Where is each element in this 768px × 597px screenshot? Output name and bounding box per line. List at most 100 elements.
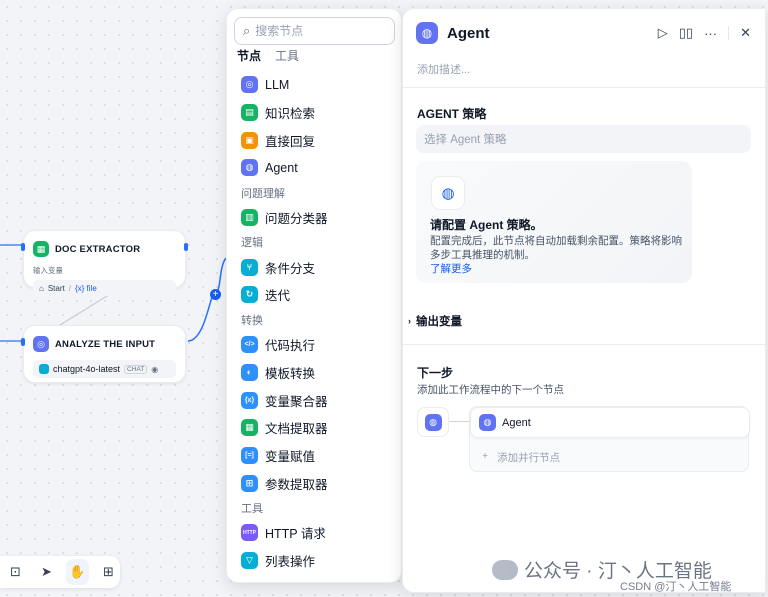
search-input[interactable] xyxy=(255,24,376,38)
node-item-agent[interactable]: ◍ Agent xyxy=(227,154,401,182)
branch-icon: ⑂ xyxy=(241,258,258,276)
hand-icon[interactable]: ✋ xyxy=(66,559,89,585)
classifier-icon: ▥ xyxy=(241,209,258,227)
group-label: 工具 xyxy=(241,502,263,515)
assigner-icon: [=] xyxy=(241,446,258,464)
more-icon[interactable]: ··· xyxy=(704,26,717,41)
next-step-box: ◍ Agent + 添加并行节点 xyxy=(469,406,750,472)
agent-icon: ◍ xyxy=(416,22,438,44)
strategy-select[interactable]: 选择 Agent 策略 xyxy=(416,125,751,153)
panel-title[interactable]: Agent xyxy=(447,25,490,42)
divider xyxy=(403,87,765,88)
node-item-iteration[interactable]: ↻ 迭代 xyxy=(227,281,401,309)
search-box[interactable]: ⌕ xyxy=(234,17,395,45)
node-item-answer[interactable]: ▣ 直接回复 xyxy=(227,126,401,154)
close-icon[interactable]: ✕ xyxy=(740,25,751,41)
node-item-if-else[interactable]: ⑂ 条件分支 xyxy=(227,253,401,281)
analyze-input-node[interactable]: ◎ ANALYZE THE INPUT chatgpt-4o-latest CH… xyxy=(21,325,186,383)
knowledge-icon: ▤ xyxy=(241,104,258,122)
run-icon[interactable]: ▷ xyxy=(658,25,668,41)
template-icon: ◐ xyxy=(241,363,258,381)
node-item-label: 模板转换 xyxy=(265,366,316,381)
chip-separator: / xyxy=(68,283,71,293)
group-label: 转换 xyxy=(241,314,263,327)
node-item-knowledge[interactable]: ▤ 知识检索 xyxy=(227,99,401,127)
next-step-subtitle: 添加此工作流程中的下一个节点 xyxy=(417,384,564,396)
add-node-button[interactable]: + xyxy=(210,289,221,300)
node-title: ANALYZE THE INPUT xyxy=(55,338,156,350)
http-icon: HTTP xyxy=(241,524,258,542)
add-parallel-node-button[interactable]: + 添加并行节点 xyxy=(482,450,560,465)
left-handle[interactable] xyxy=(21,243,25,251)
node-item-label: LLM xyxy=(265,77,290,92)
node-input-label: 输入变量 xyxy=(33,266,63,275)
next-node-label: Agent xyxy=(502,416,531,429)
node-list: ◎ LLM ▤ 知识检索 ▣ 直接回复 ◍ Agent 问题理解 ▥ 问题分类器 逻辑 ⑂… xyxy=(227,71,401,574)
add-block-icon[interactable]: ⊡ xyxy=(4,559,27,585)
node-item-label: 迭代 xyxy=(265,289,291,304)
group-label: 逻辑 xyxy=(241,237,263,250)
node-item-parameter-extractor[interactable]: ⊞ 参数提取器 xyxy=(227,469,401,497)
canvas-toolbar: ⊡ ➤ ✋ ⊞ xyxy=(0,556,120,588)
doc-extractor-node[interactable]: ▦ DOC EXTRACTOR 输入变量 ⌂ Start / {x} file xyxy=(21,230,188,296)
description-field[interactable]: 添加描述... xyxy=(417,61,470,77)
pointer-icon[interactable]: ➤ xyxy=(35,559,58,585)
node-item-http[interactable]: HTTP HTTP 请求 xyxy=(227,519,401,547)
plus-icon: + xyxy=(482,450,489,462)
next-step-title: 下一步 xyxy=(417,366,454,380)
panel-actions: ▷ ▯▯ ··· ✕ xyxy=(658,25,751,41)
node-item-label: 条件分支 xyxy=(265,261,316,276)
card-body: 配置完成后，此节点将自动加载剩余配置。策略将影响多步工具推理的机制。 xyxy=(430,235,682,261)
iteration-icon: ↻ xyxy=(241,286,258,304)
node-item-label: 变量聚合器 xyxy=(265,394,328,409)
eye-icon: ◉ xyxy=(151,364,159,374)
home-icon: ⌂ xyxy=(39,283,44,293)
agent-icon: ◍ xyxy=(424,413,442,431)
node-item-label: 直接回复 xyxy=(265,134,316,149)
output-vars-label: 输出变量 xyxy=(416,316,462,328)
node-item-label: 变量赋值 xyxy=(265,449,316,464)
input-variable-chip[interactable]: ⌂ Start / {x} file xyxy=(33,280,176,296)
node-item-template[interactable]: ◐ 模板转换 xyxy=(227,359,401,387)
list-filter-icon: ▽ xyxy=(241,551,258,569)
node-item-label: 文档提取器 xyxy=(265,422,328,437)
csdn-watermark: CSDN @汀丶人工智能 xyxy=(620,581,732,593)
left-handle[interactable] xyxy=(21,338,25,346)
connector-line xyxy=(449,421,469,422)
agent-icon: ◍ xyxy=(241,159,258,177)
chip-variable: {x} file xyxy=(74,283,97,293)
tab-tools[interactable]: 工具 xyxy=(275,47,299,68)
node-item-llm[interactable]: ◎ LLM xyxy=(227,71,401,99)
code-icon: </> xyxy=(241,336,258,354)
doc-extractor-icon: ▦ xyxy=(33,241,49,257)
agent-icon: ◍ xyxy=(479,414,496,431)
model-name: chatgpt-4o-latest xyxy=(53,364,121,374)
divider xyxy=(728,26,730,40)
node-item-label: 知识检索 xyxy=(265,107,316,122)
node-item-variable-aggregator[interactable]: {x} 变量聚合器 xyxy=(227,386,401,414)
output-vars-toggle[interactable]: › 输出变量 xyxy=(408,313,462,329)
current-node-chip: ◍ xyxy=(417,407,449,437)
divider xyxy=(403,344,765,345)
node-item-code[interactable]: </> 代码执行 xyxy=(227,331,401,359)
node-item-label: Agent xyxy=(265,160,298,175)
node-picker: ⌕ 节点 工具 ◎ LLM ▤ 知识检索 ▣ 直接回复 ◍ Agent 问题理解 ▥ 问题… xyxy=(226,8,402,583)
help-book-icon[interactable]: ▯▯ xyxy=(679,25,693,41)
group-label: 问题理解 xyxy=(241,187,285,200)
node-item-classifier[interactable]: ▥ 问题分类器 xyxy=(227,204,401,232)
learn-more-link[interactable]: 了解更多 xyxy=(430,261,472,276)
node-item-doc-extractor[interactable]: ▦ 文档提取器 xyxy=(227,414,401,442)
node-item-label: 列表操作 xyxy=(265,554,316,569)
node-item-label: 参数提取器 xyxy=(265,477,328,492)
organize-icon[interactable]: ⊞ xyxy=(97,559,120,585)
add-parallel-label: 添加并行节点 xyxy=(497,452,561,464)
node-item-list-operator[interactable]: ▽ 列表操作 xyxy=(227,547,401,575)
next-node-agent[interactable]: ◍ Agent xyxy=(470,407,750,438)
node-item-variable-assigner[interactable]: [=] 变量赋值 xyxy=(227,442,401,470)
search-icon: ⌕ xyxy=(243,23,251,38)
model-chip[interactable]: chatgpt-4o-latest CHAT ◉ xyxy=(33,360,176,378)
right-handle[interactable] xyxy=(184,243,188,251)
tab-nodes[interactable]: 节点 xyxy=(237,47,261,68)
node-item-label: 问题分类器 xyxy=(265,212,328,227)
model-mode-badge: CHAT xyxy=(124,364,148,374)
